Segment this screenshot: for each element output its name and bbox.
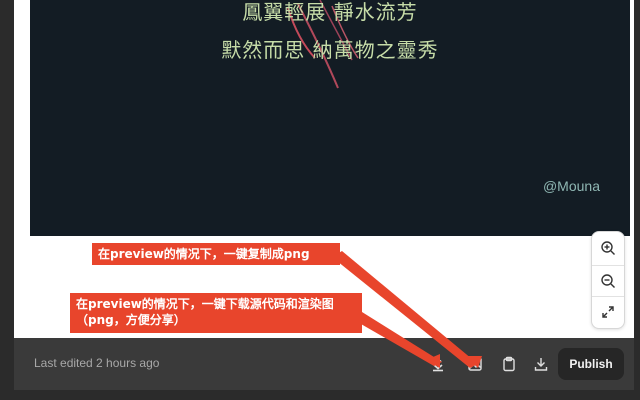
- download-code-icon: [433, 357, 443, 372]
- copy-to-clipboard-button[interactable]: [497, 352, 521, 376]
- canvas-frame: 鳳翼輕展 靜水流芳 默然而思 納萬物之靈秀 @Mouna: [14, 0, 634, 338]
- zoom-in-button[interactable]: [592, 233, 624, 263]
- zoom-out-icon: [601, 274, 615, 288]
- zoom-out-button[interactable]: [592, 265, 624, 296]
- last-edited-status: Last edited 2 hours ago: [34, 356, 160, 370]
- watermark: @Mouna: [542, 178, 600, 194]
- bottom-toolbar: Last edited 2 hours ago Publish: [14, 338, 634, 390]
- download-icon: [534, 358, 548, 371]
- zoom-controls: [591, 231, 625, 329]
- poem-line-1: 鳳翼輕展 靜水流芳: [242, 0, 418, 24]
- download-button[interactable]: [529, 352, 553, 376]
- annotation-copy-png: 在preview的情况下，一键复制成png: [92, 243, 340, 265]
- fullscreen-button[interactable]: [592, 296, 624, 327]
- zoom-in-icon: [601, 241, 615, 255]
- download-source-button[interactable]: [426, 352, 450, 376]
- annotation-download-source: 在preview的情况下，一键下载源代码和渲染图（png，方便分享）: [70, 293, 362, 333]
- clipboard-icon: [503, 356, 515, 372]
- artifact-preview: 鳳翼輕展 靜水流芳 默然而思 納萬物之靈秀 @Mouna: [30, 0, 630, 236]
- poem-line-2: 默然而思 納萬物之靈秀: [221, 38, 439, 62]
- publish-button[interactable]: Publish: [558, 348, 624, 380]
- copy-image-icon: [468, 357, 482, 371]
- expand-icon: [602, 306, 614, 318]
- copy-png-button[interactable]: [463, 352, 487, 376]
